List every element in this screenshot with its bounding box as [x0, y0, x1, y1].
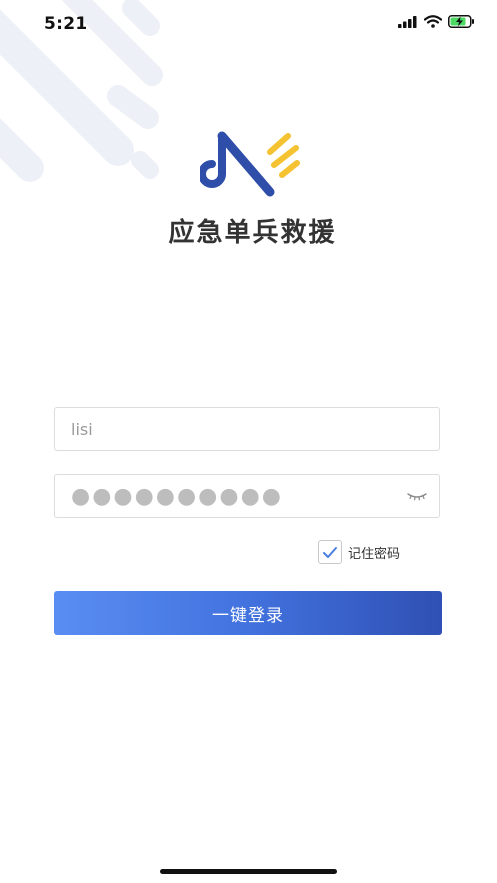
eye-closed-icon[interactable]	[405, 489, 429, 505]
home-indicator	[160, 869, 337, 874]
status-icons	[398, 15, 475, 28]
username-field[interactable]	[54, 407, 440, 451]
brand-name: 应急单兵救援	[168, 218, 337, 248]
status-bar: 5:21	[0, 0, 497, 48]
status-time: 5:21	[44, 14, 88, 34]
app-logo	[200, 131, 300, 197]
username-input[interactable]	[55, 408, 439, 450]
password-input[interactable]	[55, 475, 439, 517]
remember-label: 记住密码	[348, 546, 401, 562]
remember-checkbox[interactable]	[318, 540, 342, 564]
login-screen: 5:21 应急单兵救援 lisi ●●●●●●●●●● 记住密码 一键登录	[0, 0, 497, 883]
cellular-signal-icon	[398, 15, 417, 28]
check-icon	[323, 546, 337, 558]
password-field[interactable]	[54, 474, 440, 518]
remember-password[interactable]: 记住密码	[318, 540, 400, 564]
login-button[interactable]: 一键登录	[54, 591, 442, 635]
wifi-icon	[424, 15, 442, 28]
battery-charging-icon	[448, 15, 474, 28]
